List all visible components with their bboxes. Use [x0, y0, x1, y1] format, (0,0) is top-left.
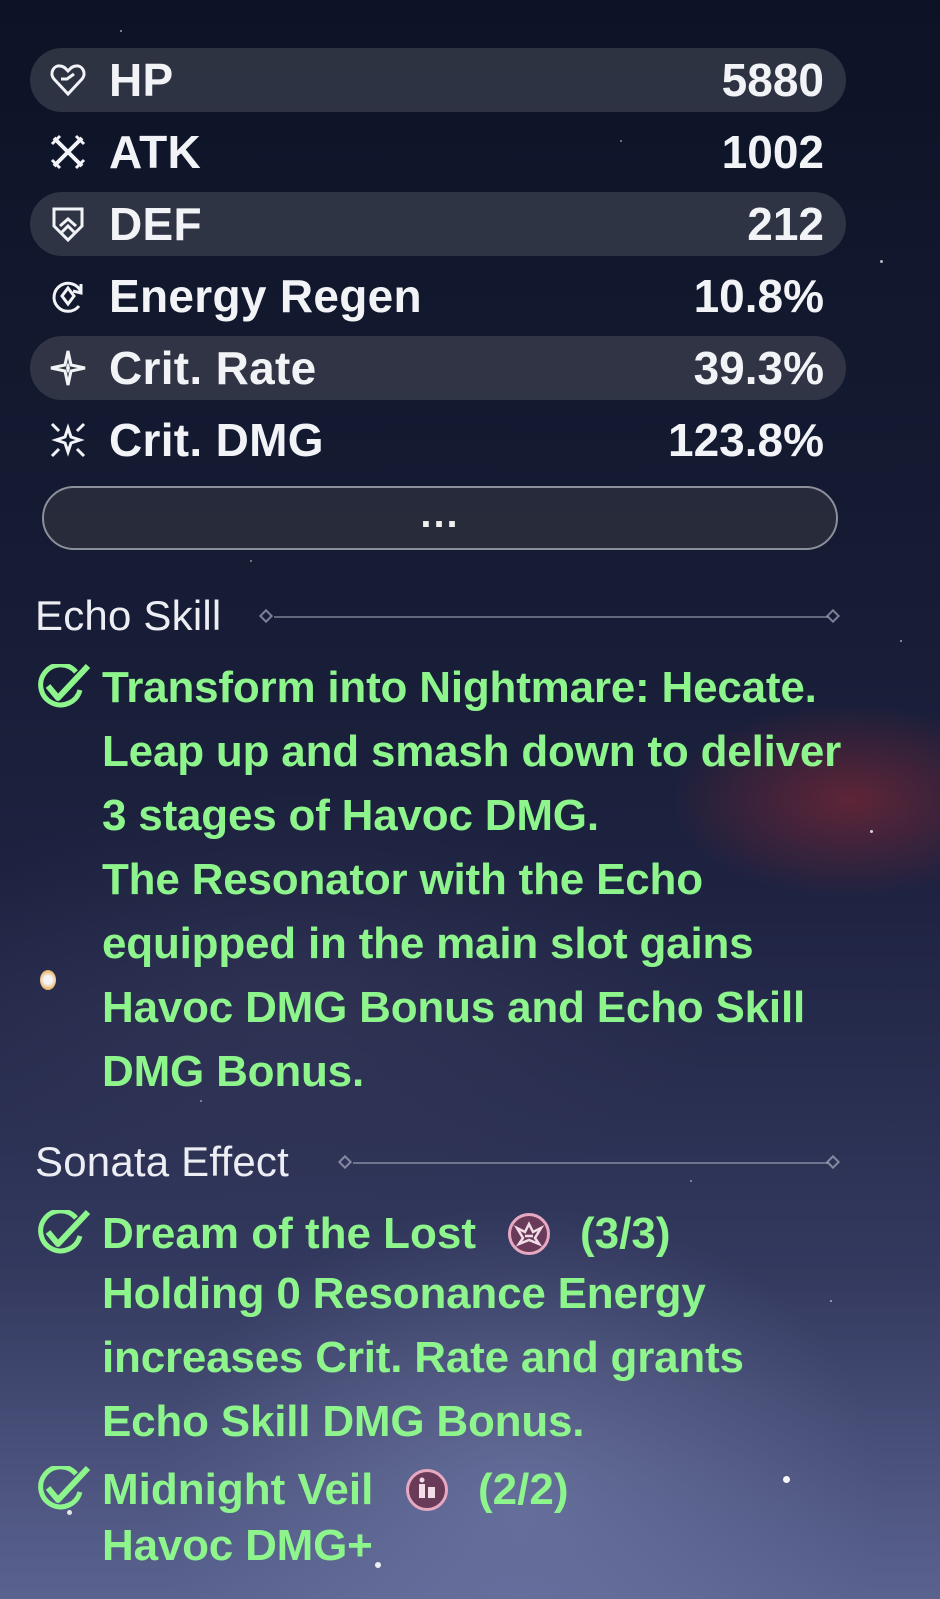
heart-icon [50, 64, 86, 97]
stat-row-hp: HP 5880 [30, 48, 846, 112]
sonata-set-line: Echo Skill DMG Bonus. [102, 1397, 585, 1446]
stat-value: 10.8% [693, 270, 824, 322]
echo-skill-line: Transform into Nightmare: Hecate. [102, 663, 817, 712]
sonata-set-name: Dream of the Lost [102, 1209, 477, 1258]
echo-skill-heading: Echo Skill [35, 592, 222, 639]
sonata-set-name: Midnight Veil [102, 1465, 374, 1514]
stat-label: Crit. Rate [109, 342, 317, 394]
stats-panel: HP 5880 ATK 1002 DEF 212 Energy Regen 10… [30, 48, 846, 480]
echo-skill-line: equipped in the main slot gains [102, 919, 754, 968]
stat-row-crit-rate: Crit. Rate 39.3% [30, 336, 846, 400]
checkmark-icon [38, 664, 91, 708]
crossed-swords-icon [50, 134, 86, 170]
stat-label: Crit. DMG [109, 414, 324, 466]
sonata-effect-heading: Sonata Effect [35, 1138, 290, 1185]
divider-diamond-left [337, 1154, 353, 1170]
echo-skill-line: The Resonator with the Echo [102, 855, 703, 904]
stat-value: 123.8% [667, 414, 824, 466]
divider-diamond-left [258, 608, 274, 624]
crit-rate-star-icon [50, 350, 86, 386]
stat-value: 212 [747, 198, 824, 250]
sonata-set-count: (3/3) [580, 1209, 671, 1258]
stat-value: 39.3% [693, 342, 824, 394]
echo-skill-line: DMG Bonus. [102, 1047, 364, 1096]
echo-skill-description: Transform into Nightmare: Hecate. Leap u… [102, 656, 841, 1104]
echo-skill-line: Havoc DMG Bonus and Echo Skill [102, 983, 806, 1032]
echo-skill-line: Leap up and smash down to deliver [102, 727, 842, 776]
stat-row-crit-dmg: Crit. DMG 123.8% [30, 408, 846, 472]
crit-dmg-burst-icon [50, 422, 86, 458]
sonata-set-description: Havoc DMG+ [102, 1514, 373, 1578]
stat-value: 5880 [721, 54, 824, 106]
checkmark-icon [38, 1210, 91, 1254]
stat-label: Energy Regen [109, 270, 422, 322]
stat-label: DEF [109, 198, 202, 250]
more-stats-button[interactable]: ... [42, 486, 838, 550]
checkmark-icon [38, 1466, 91, 1510]
echo-skill-line: 3 stages of Havoc DMG. [102, 791, 599, 840]
sonata-set-count: (2/2) [478, 1465, 569, 1514]
stat-row-atk: ATK 1002 [30, 120, 846, 184]
divider-diamond-right [825, 1154, 841, 1170]
stat-label: HP [109, 54, 174, 106]
energy-regen-icon [52, 281, 83, 313]
sonata-set-line: increases Crit. Rate and grants [102, 1333, 744, 1382]
stat-row-def: DEF 212 [30, 192, 846, 256]
section-divider-line [353, 1162, 828, 1164]
sonata-set-description: Holding 0 Resonance Energy increases Cri… [102, 1262, 744, 1454]
midnight-veil-set-icon [406, 1469, 448, 1511]
stat-value: 1002 [721, 126, 824, 178]
stat-row-energy-regen: Energy Regen 10.8% [30, 264, 846, 328]
section-divider-line [274, 616, 828, 618]
stat-label: ATK [109, 126, 202, 178]
divider-diamond-right [825, 608, 841, 624]
dream-of-the-lost-set-icon [508, 1213, 550, 1255]
sonata-set-line: Havoc DMG+ [102, 1521, 373, 1570]
shield-icon [52, 207, 84, 242]
sonata-set-line: Holding 0 Resonance Energy [102, 1269, 706, 1318]
